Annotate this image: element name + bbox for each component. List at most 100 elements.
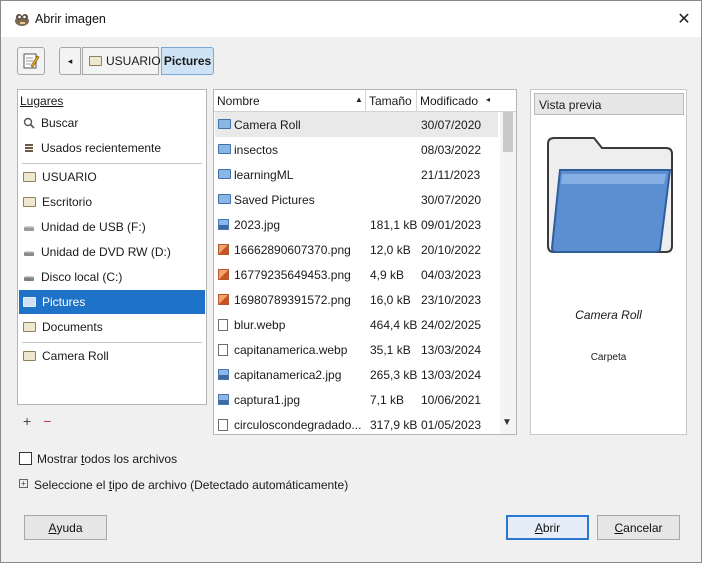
open-button[interactable]: Abrir	[506, 515, 589, 540]
file-row[interactable]: capitanamerica2.jpg 265,3 kB 13/03/2024	[215, 362, 498, 387]
folder-icon	[218, 119, 231, 129]
file-list-scrollbar[interactable]	[500, 112, 516, 434]
file-row[interactable]: 16779235649453.png 4,9 kB 04/03/2023	[215, 262, 498, 287]
file-name: 16779235649453.png	[234, 268, 351, 282]
file-name: Saved Pictures	[234, 193, 315, 207]
place-item-recent[interactable]: Usados recientemente	[19, 136, 205, 160]
file-name: learningML	[234, 168, 294, 182]
path-crumb-pictures[interactable]: Pictures	[161, 47, 214, 75]
file-row[interactable]: 16980789391572.png 16,0 kB 23/10/2023	[215, 287, 498, 312]
file-row[interactable]: circuloscondegradado... 317,9 kB 01/05/2…	[215, 412, 498, 434]
place-item-usuario[interactable]: USUARIO	[19, 165, 205, 189]
preview-name: Camera Roll	[575, 308, 642, 322]
place-item-desktop[interactable]: Escritorio	[19, 190, 205, 214]
image-file-icon	[218, 394, 229, 405]
place-item-documents[interactable]: Documents	[19, 315, 205, 339]
close-icon: ✕	[677, 11, 691, 28]
scrollbar-thumb[interactable]	[503, 112, 513, 152]
column-size-header[interactable]: Tamaño	[369, 94, 412, 108]
show-all-files-checkbox[interactable]	[19, 452, 32, 465]
file-date: 30/07/2020	[421, 193, 482, 207]
place-item-camera-roll[interactable]: Camera Roll	[19, 344, 205, 368]
place-label: Documents	[42, 320, 103, 334]
title-bar: Abrir imagen ✕	[1, 1, 701, 37]
dvd-drive-icon	[24, 251, 34, 256]
file-row[interactable]: learningML 21/11/2023	[215, 162, 498, 187]
png-file-icon	[218, 244, 229, 255]
file-row[interactable]: 2023.jpg 181,1 kB 09/01/2023	[215, 212, 498, 237]
path-crumb-usuario[interactable]: USUARIO	[82, 47, 161, 75]
type-location-button[interactable]	[17, 47, 45, 75]
place-label: Unidad de DVD RW (D:)	[41, 245, 171, 259]
place-label: Escritorio	[42, 195, 93, 209]
file-name: capitanamerica2.jpg	[234, 368, 342, 382]
file-size: 317,9 kB	[370, 418, 418, 432]
file-row[interactable]: Camera Roll 30/07/2020	[215, 112, 498, 137]
folder-icon	[89, 56, 102, 66]
add-bookmark-button[interactable]: +	[23, 413, 31, 429]
place-item-dvd-drive[interactable]: Unidad de DVD RW (D:)	[19, 240, 205, 264]
column-name-header[interactable]: Nombre	[217, 94, 260, 108]
show-all-files-label[interactable]: Mostrar todos los archivos	[37, 452, 177, 466]
folder-icon	[218, 169, 231, 179]
file-date: 13/03/2024	[421, 343, 482, 357]
file-name: circuloscondegradado...	[234, 418, 362, 432]
file-name: 16980789391572.png	[234, 293, 351, 307]
file-row[interactable]: blur.webp 464,4 kB 24/02/2025	[215, 312, 498, 337]
file-name: Camera Roll	[234, 118, 301, 132]
places-header: Lugares	[20, 94, 64, 108]
place-item-pictures[interactable]: Pictures	[19, 290, 205, 314]
file-date: 24/02/2025	[421, 318, 482, 332]
file-date: 01/05/2023	[421, 418, 482, 432]
help-button[interactable]: Ayuda	[24, 515, 107, 540]
file-size: 265,3 kB	[370, 368, 418, 382]
folder-icon	[23, 297, 36, 307]
file-date: 10/06/2021	[421, 393, 482, 407]
image-file-icon	[218, 369, 229, 380]
file-size: 12,0 kB	[370, 243, 411, 257]
chevron-left-icon: ◂	[67, 55, 73, 66]
column-modified-header[interactable]: Modificado	[420, 94, 478, 108]
preview-type: Carpeta	[590, 352, 627, 363]
crumb-label: USUARIO	[106, 54, 161, 68]
file-size: 181,1 kB	[370, 218, 418, 232]
expander-icon[interactable]: +	[19, 479, 28, 488]
close-button[interactable]: ✕	[667, 1, 701, 37]
scroll-down-icon[interactable]: ▼	[502, 417, 512, 428]
file-type-expander[interactable]: Seleccione el tipo de archivo (Detectado…	[34, 478, 348, 492]
preview-header[interactable]: Vista previa	[534, 93, 684, 115]
place-item-search[interactable]: Buscar	[19, 111, 205, 135]
remove-bookmark-button[interactable]: −	[43, 413, 51, 429]
file-size: 7,1 kB	[370, 393, 405, 407]
column-divider	[416, 90, 417, 112]
file-date: 21/11/2023	[421, 168, 481, 182]
recent-icon	[25, 144, 33, 152]
generic-file-icon	[218, 419, 228, 431]
place-item-usb-drive[interactable]: Unidad de USB (F:)	[19, 215, 205, 239]
file-date: 09/01/2023	[421, 218, 482, 232]
file-date: 04/03/2023	[421, 268, 482, 282]
folder-icon	[23, 351, 36, 361]
crumb-label: Pictures	[163, 54, 212, 68]
file-row[interactable]: insectos 08/03/2022	[215, 137, 498, 162]
cancel-button[interactable]: Cancelar	[597, 515, 680, 540]
column-divider	[365, 90, 366, 112]
place-label: Pictures	[42, 295, 86, 309]
file-date: 13/03/2024	[421, 368, 482, 382]
file-name: blur.webp	[234, 318, 286, 332]
places-panel: Lugares Buscar Usados recientemente USUA…	[17, 89, 207, 405]
place-item-local-disk[interactable]: Disco local (C:)	[19, 265, 205, 289]
folder-icon	[218, 144, 231, 154]
file-row[interactable]: 16662890607370.png 12,0 kB 20/10/2022	[215, 237, 498, 262]
sort-ascending-icon: ▲	[355, 95, 363, 104]
place-label: Usados recientemente	[41, 141, 162, 155]
file-date: 20/10/2022	[421, 243, 482, 257]
places-separator	[22, 342, 202, 343]
file-row[interactable]: captura1.jpg 7,1 kB 10/06/2021	[215, 387, 498, 412]
path-scroll-left-button[interactable]: ◂	[59, 47, 81, 75]
gimp-wilber-icon	[15, 14, 29, 26]
search-icon	[23, 117, 35, 129]
file-name: 16662890607370.png	[234, 243, 351, 257]
file-row[interactable]: capitanamerica.webp 35,1 kB 13/03/2024	[215, 337, 498, 362]
file-row[interactable]: Saved Pictures 30/07/2020	[215, 187, 498, 212]
